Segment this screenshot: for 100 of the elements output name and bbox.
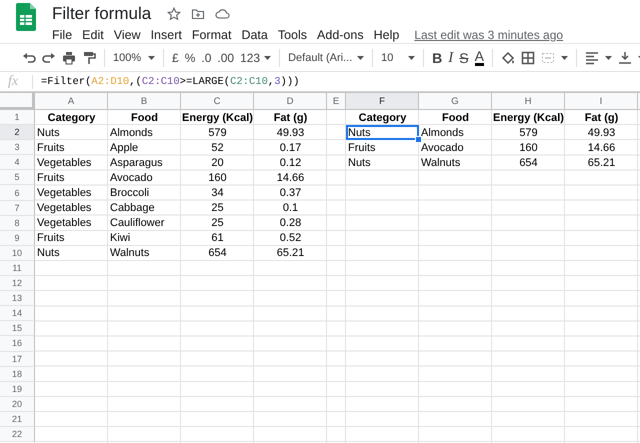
row-header[interactable]: 7	[0, 200, 35, 216]
table-cell-text: Fruits	[347, 140, 376, 156]
table-cell-text: Vegetables	[36, 156, 92, 170]
table-cell-text: Walnuts	[420, 156, 462, 170]
table-cell-text: 14.66	[586, 140, 616, 156]
last-edit-link[interactable]: Last edit was 3 minutes ago	[414, 28, 564, 42]
italic-button[interactable]: I	[448, 50, 454, 66]
column-title: Category	[358, 110, 408, 126]
row-header[interactable]: 9	[0, 230, 35, 246]
column-title: Food	[130, 110, 159, 126]
table-cell-text: 0.17	[278, 140, 302, 156]
table-cell-text: 0.28	[278, 216, 302, 231]
column-header[interactable]: I	[565, 93, 638, 109]
row-header[interactable]: 22	[0, 426, 35, 442]
row-header[interactable]: 13	[0, 291, 35, 306]
decrease-decimals-button[interactable]: .0	[201, 51, 212, 65]
text-color-button[interactable]: A	[474, 50, 484, 66]
table-cell-text: 654	[207, 246, 228, 261]
menu-item[interactable]: File	[52, 28, 78, 42]
formula-input[interactable]: =Filter(A2:D10,(C2:C10>=LARGE(C2:C10,3)))	[41, 76, 300, 88]
menu-item[interactable]: Help	[368, 28, 404, 42]
column-header[interactable]: A	[35, 93, 108, 109]
table-cell-text: Cabbage	[109, 201, 156, 216]
row-header[interactable]: 1	[0, 110, 35, 126]
row-header[interactable]: 16	[0, 336, 35, 352]
table-cell-text: Kiwi	[109, 231, 132, 246]
column-title: Food	[441, 110, 470, 126]
row-header[interactable]: 12	[0, 276, 35, 292]
column-header[interactable]: D	[254, 93, 327, 109]
table-cell-text: 14.66	[276, 170, 306, 186]
table-cell-text: 160	[518, 140, 539, 156]
menu-item[interactable]: Data	[236, 28, 273, 42]
table-cell-text: 579	[518, 126, 539, 140]
row-header[interactable]: 11	[0, 260, 35, 276]
table-cell-text: 65.21	[586, 156, 616, 170]
selected-cell[interactable]: Nuts	[346, 125, 419, 140]
table-cell-text: Almonds	[420, 126, 465, 140]
row-header[interactable]: 5	[0, 170, 35, 186]
row-header[interactable]: 20	[0, 396, 35, 412]
table-cell-text: Vegetables	[36, 201, 92, 216]
menu-item[interactable]: Insert	[146, 28, 187, 42]
table-cell-text: Avocado	[420, 140, 465, 156]
row-header[interactable]: 3	[0, 140, 35, 156]
menu-item[interactable]: Add-ons	[312, 28, 369, 42]
zoom-dropdown[interactable]: 100%	[113, 52, 155, 64]
strikethrough-button[interactable]: S	[459, 50, 469, 66]
row-header[interactable]: 17	[0, 352, 35, 367]
row-header[interactable]: 18	[0, 366, 35, 382]
table-cell-text: Apple	[109, 140, 140, 156]
row-header[interactable]: 8	[0, 216, 35, 231]
table-cell-text: Broccoli	[109, 186, 150, 201]
row-header[interactable]: 21	[0, 412, 35, 427]
row-header[interactable]: 19	[0, 382, 35, 397]
table-cell-text: 579	[207, 126, 228, 140]
table-cell-text: 0.52	[278, 231, 302, 246]
font-size-dropdown[interactable]: 10	[381, 52, 416, 64]
table-cell-text: Almonds	[109, 126, 154, 140]
column-header[interactable]: B	[108, 93, 181, 109]
table-cell-text: 49.93	[586, 126, 616, 140]
table-cell-text: Vegetables	[36, 216, 92, 231]
column-title: Fat (g)	[584, 110, 620, 126]
table-cell-text: 0.37	[278, 186, 302, 201]
font-dropdown[interactable]: Default (Ari...	[288, 52, 364, 64]
column-header[interactable]: G	[419, 93, 492, 109]
row-header[interactable]: 2	[0, 125, 35, 140]
column-title: Energy (Kcal)	[492, 110, 565, 126]
column-header[interactable]: F	[346, 93, 419, 109]
table-cell-text: Fruits	[36, 231, 66, 246]
number-format-dropdown[interactable]: 123	[240, 51, 272, 65]
document-title[interactable]: Filter formula	[52, 4, 152, 24]
menu-item[interactable]: Format	[186, 28, 236, 42]
row-header[interactable]: 10	[0, 246, 35, 261]
menu-item[interactable]: View	[108, 28, 146, 42]
table-cell-text: 654	[518, 156, 539, 170]
table-cell-text: 34	[210, 186, 225, 201]
table-cell-text: Asparagus	[109, 156, 164, 170]
menu-item[interactable]: Tools	[272, 28, 312, 42]
table-cell-text: Vegetables	[36, 186, 92, 201]
table-cell-text: Avocado	[109, 170, 154, 186]
currency-button[interactable]: £	[172, 51, 179, 65]
function-icon: fx	[0, 74, 32, 90]
table-cell-text: 52	[210, 140, 225, 156]
column-header[interactable]: H	[492, 93, 565, 109]
row-header[interactable]: 15	[0, 321, 35, 336]
table-cell-text: 160	[207, 170, 228, 186]
column-header[interactable]: C	[181, 93, 254, 109]
menu-item[interactable]: Edit	[77, 28, 109, 42]
table-cell-text: Nuts	[36, 246, 61, 261]
table-cell-text: 49.93	[276, 126, 306, 140]
table-cell-text: 65.21	[276, 246, 306, 261]
table-cell-text: 20	[210, 156, 225, 170]
table-cell-text: Walnuts	[109, 246, 150, 261]
percent-button[interactable]: %	[184, 51, 196, 65]
row-header[interactable]: 6	[0, 185, 35, 201]
row-header[interactable]: 14	[0, 306, 35, 322]
bold-button[interactable]: B	[432, 50, 442, 66]
table-cell-text: Cauliflower	[109, 216, 166, 231]
increase-decimals-button[interactable]: .00	[217, 51, 234, 65]
row-header[interactable]: 4	[0, 155, 35, 170]
table-cell-text: 0.1	[282, 201, 300, 216]
